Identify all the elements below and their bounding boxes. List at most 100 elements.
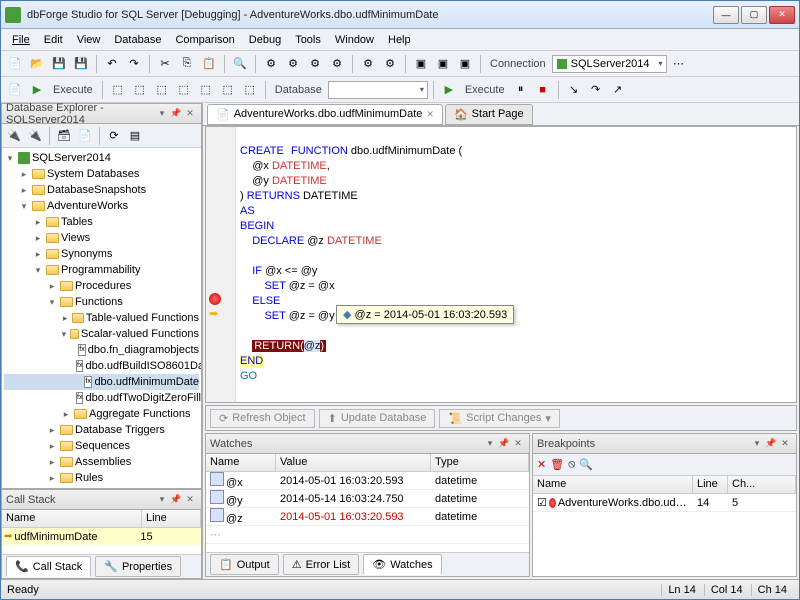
menu-debug[interactable]: Debug bbox=[242, 31, 288, 49]
watch-col-value[interactable]: Value bbox=[276, 454, 431, 471]
bp-row[interactable]: ☑ AdventureWorks.dbo.udfMinimumDate 14 5 bbox=[533, 494, 796, 512]
tree-dbtrig[interactable]: ▸Database Triggers bbox=[4, 422, 199, 438]
menu-database[interactable]: Database bbox=[107, 31, 168, 49]
tree-procs[interactable]: ▸Procedures bbox=[4, 278, 199, 294]
tree-svf[interactable]: ▾Scalar-valued Functions bbox=[4, 326, 199, 342]
paste-icon[interactable]: 📋 bbox=[199, 54, 219, 74]
tab-watches[interactable]: 👁Watches bbox=[363, 554, 441, 575]
bp-close-icon[interactable]: ✕ bbox=[778, 437, 792, 451]
menu-view[interactable]: View bbox=[70, 31, 108, 49]
tree-views[interactable]: ▸Views bbox=[4, 230, 199, 246]
tool8-icon[interactable]: ▣ bbox=[433, 54, 453, 74]
copy-icon[interactable]: ⎘ bbox=[177, 54, 197, 74]
execute-icon[interactable]: ▶ bbox=[27, 80, 47, 100]
update-database-button[interactable]: ⬆Update Database bbox=[319, 409, 436, 428]
tab-output[interactable]: 📋Output bbox=[210, 554, 279, 575]
tool3-icon[interactable]: ⚙ bbox=[305, 54, 325, 74]
cs-col-line[interactable]: Line bbox=[142, 510, 201, 527]
cut-icon[interactable]: ✂ bbox=[155, 54, 175, 74]
tree-aw[interactable]: ▾AdventureWorks bbox=[4, 198, 199, 214]
watch-row[interactable]: @y 2014-05-14 16:03:24.750 datetime bbox=[206, 490, 529, 508]
watch-row[interactable]: @x 2014-05-01 16:03:20.593 datetime bbox=[206, 472, 529, 490]
save-icon[interactable]: 💾 bbox=[49, 54, 69, 74]
breakpoint-icon[interactable] bbox=[209, 293, 221, 305]
bp-check-icon[interactable]: ☑ bbox=[537, 496, 547, 509]
find-icon[interactable]: 🔍 bbox=[230, 54, 250, 74]
tree-fn2[interactable]: fxdbo.udfBuildISO8601Date bbox=[4, 358, 199, 374]
connection-combo[interactable]: SQLServer2014 bbox=[552, 55, 667, 73]
tab-errorlist[interactable]: ⚠Error List bbox=[283, 554, 360, 575]
sql5-icon[interactable]: ⬚ bbox=[196, 80, 216, 100]
step-over-icon[interactable]: ↷ bbox=[586, 80, 606, 100]
redo-icon[interactable]: ↷ bbox=[124, 54, 144, 74]
db-explorer-tree[interactable]: ▾SQLServer2014 ▸System Databases ▸Databa… bbox=[2, 148, 201, 488]
tool9-icon[interactable]: ▣ bbox=[455, 54, 475, 74]
maximize-button[interactable]: ▢ bbox=[741, 6, 767, 24]
debug-stop-icon[interactable]: ■ bbox=[533, 80, 553, 100]
watch-col-type[interactable]: Type bbox=[431, 454, 529, 471]
menu-window[interactable]: Window bbox=[328, 31, 381, 49]
tree-snapshots[interactable]: ▸DatabaseSnapshots bbox=[4, 182, 199, 198]
sql6-icon[interactable]: ⬚ bbox=[218, 80, 238, 100]
debug-pause-icon[interactable]: ⏸ bbox=[511, 80, 531, 100]
cs-row[interactable]: ➡ udfMinimumDate 15 bbox=[2, 528, 201, 545]
open-icon[interactable]: 📂 bbox=[27, 54, 47, 74]
exp-conn-icon[interactable]: 🔌 bbox=[4, 126, 24, 146]
editor-gutter[interactable]: ➡ bbox=[206, 127, 236, 402]
exp-filter-icon[interactable]: ▤ bbox=[125, 126, 145, 146]
watch-row-empty[interactable]: ⋯ bbox=[206, 526, 529, 544]
tree-fn4[interactable]: fxdbo.udfTwoDigitZeroFill bbox=[4, 390, 199, 406]
tool6-icon[interactable]: ⚙ bbox=[380, 54, 400, 74]
menu-help[interactable]: Help bbox=[381, 31, 418, 49]
bp-col-ch[interactable]: Ch... bbox=[728, 476, 796, 493]
bp-col-name[interactable]: Name bbox=[533, 476, 693, 493]
bp-disable-icon[interactable]: ⦸ bbox=[568, 458, 575, 471]
cs-pin-icon[interactable]: 📌 bbox=[169, 493, 183, 507]
sql1-icon[interactable]: ⬚ bbox=[108, 80, 128, 100]
watches-pin-icon[interactable]: 📌 bbox=[497, 437, 511, 451]
tree-aggf[interactable]: ▸Aggregate Functions bbox=[4, 406, 199, 422]
cs-menu-icon[interactable]: ▾ bbox=[155, 493, 169, 507]
watch-row[interactable]: @z 2014-05-01 16:03:20.593 datetime bbox=[206, 508, 529, 526]
tree-tvf[interactable]: ▸Table-valued Functions bbox=[4, 310, 199, 326]
sql3-icon[interactable]: ⬚ bbox=[152, 80, 172, 100]
panel-pin-icon[interactable]: 📌 bbox=[169, 107, 183, 121]
bp-delete-icon[interactable]: ✕ bbox=[537, 458, 546, 471]
bp-pin-icon[interactable]: 📌 bbox=[764, 437, 778, 451]
watches-menu-icon[interactable]: ▾ bbox=[483, 437, 497, 451]
tree-tables[interactable]: ▸Tables bbox=[4, 214, 199, 230]
tool5-icon[interactable]: ⚙ bbox=[358, 54, 378, 74]
bp-menu-icon[interactable]: ▾ bbox=[750, 437, 764, 451]
exp-newdb-icon[interactable]: 🗃 bbox=[54, 126, 74, 146]
doc-tab-active[interactable]: 📄 AdventureWorks.dbo.udfMinimumDate ✕ bbox=[207, 104, 443, 125]
exp-newconn-icon[interactable]: 🔌 bbox=[25, 126, 45, 146]
menu-tools[interactable]: Tools bbox=[288, 31, 328, 49]
watches-close-icon[interactable]: ✕ bbox=[511, 437, 525, 451]
step-out-icon[interactable]: ↗ bbox=[608, 80, 628, 100]
sql7-icon[interactable]: ⬚ bbox=[240, 80, 260, 100]
tree-funcs[interactable]: ▾Functions bbox=[4, 294, 199, 310]
tab-properties[interactable]: 🔧Properties bbox=[95, 556, 181, 577]
menu-edit[interactable]: Edit bbox=[37, 31, 70, 49]
doc-tab-close-icon[interactable]: ✕ bbox=[426, 109, 434, 120]
newquery-icon[interactable]: 📄 bbox=[5, 80, 25, 100]
tree-synonyms[interactable]: ▸Synonyms bbox=[4, 246, 199, 262]
conn-btn-icon[interactable]: ⋯ bbox=[669, 54, 689, 74]
sql2-icon[interactable]: ⬚ bbox=[130, 80, 150, 100]
tab-callstack[interactable]: 📞Call Stack bbox=[6, 556, 91, 577]
cs-close-icon[interactable]: ✕ bbox=[183, 493, 197, 507]
tree-prog[interactable]: ▾Programmability bbox=[4, 262, 199, 278]
panel-close-icon[interactable]: ✕ bbox=[183, 107, 197, 121]
minimize-button[interactable]: — bbox=[713, 6, 739, 24]
tool2-icon[interactable]: ⚙ bbox=[283, 54, 303, 74]
exp-newobj-icon[interactable]: 📄 bbox=[75, 126, 95, 146]
tree-fn3[interactable]: fxdbo.udfMinimumDate bbox=[4, 374, 199, 390]
panel-menu-icon[interactable]: ▾ bbox=[155, 107, 169, 121]
debug-play-icon[interactable]: ▶ bbox=[439, 80, 459, 100]
tree-rules[interactable]: ▸Rules bbox=[4, 470, 199, 486]
sql4-icon[interactable]: ⬚ bbox=[174, 80, 194, 100]
menu-comparison[interactable]: Comparison bbox=[168, 31, 241, 49]
tree-sysdb[interactable]: ▸System Databases bbox=[4, 166, 199, 182]
bp-col-line[interactable]: Line bbox=[693, 476, 728, 493]
bp-goto-icon[interactable]: 🔍 bbox=[579, 458, 593, 471]
